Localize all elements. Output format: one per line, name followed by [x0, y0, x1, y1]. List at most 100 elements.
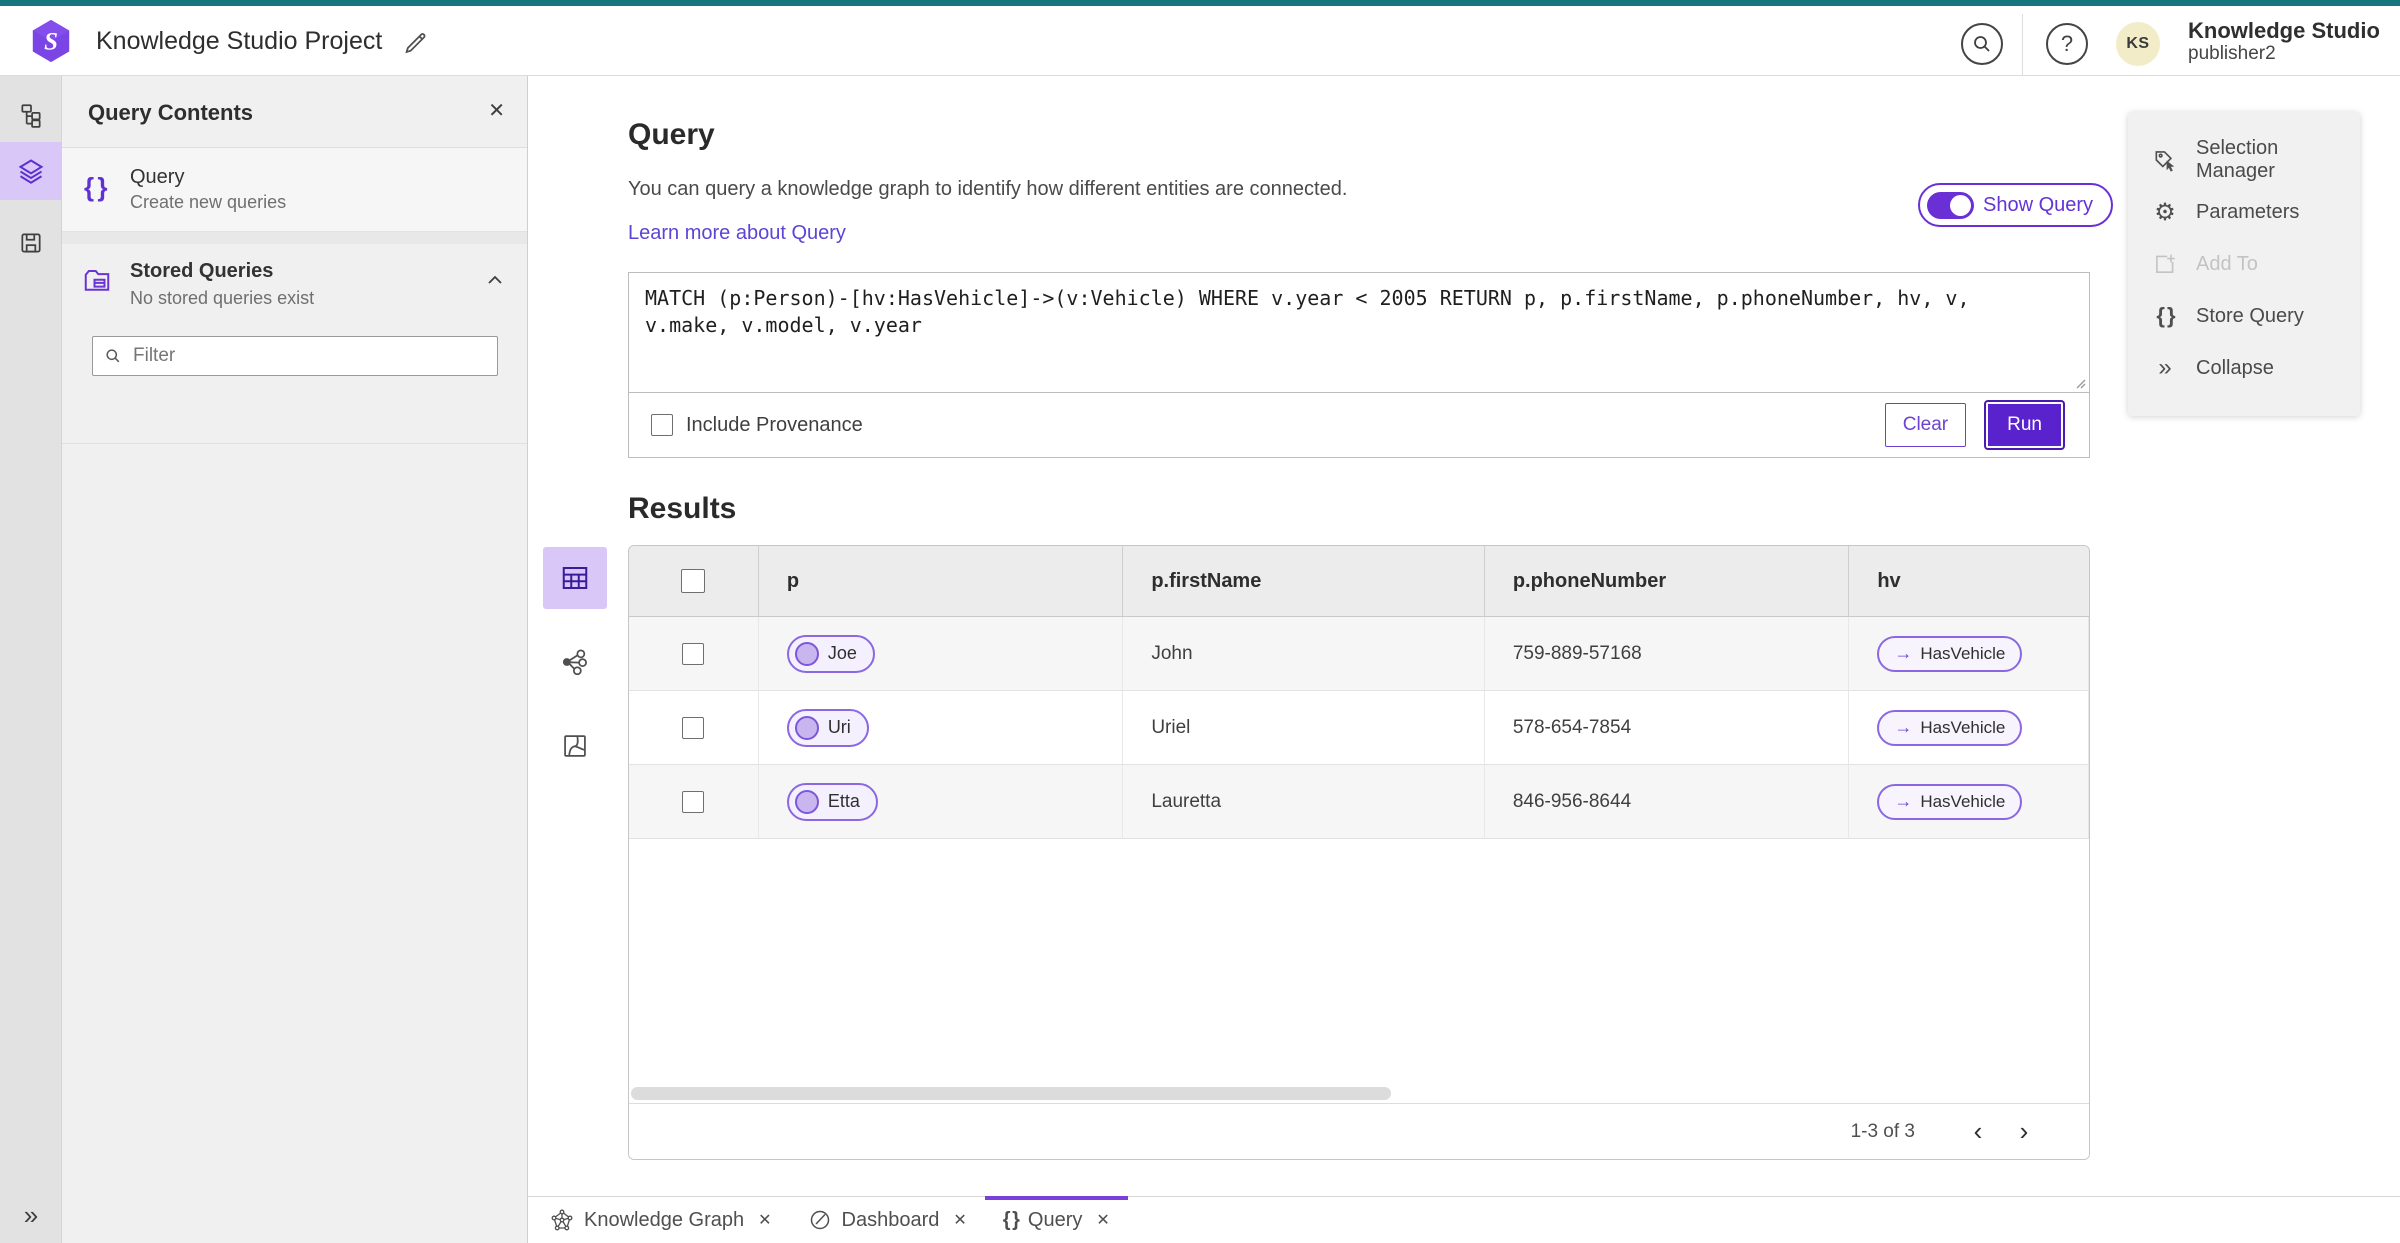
relationship-pill[interactable]: → HasVehicle [1877, 635, 2023, 672]
entity-pill[interactable]: Joe [786, 634, 875, 673]
results-title: Results [628, 492, 737, 525]
phone-cell: 759-889-57168 [1485, 617, 1850, 690]
gear-icon: ⚙ [2154, 198, 2176, 226]
tab-dashboard[interactable]: Dashboard ✕ [790, 1197, 985, 1243]
add-to-icon [2152, 251, 2178, 277]
graph-view-icon[interactable] [543, 631, 607, 693]
relationship-pill[interactable]: → HasVehicle [1877, 783, 2023, 820]
map-view-icon[interactable] [543, 715, 607, 777]
entity-pill[interactable]: Etta [786, 782, 878, 821]
previous-page-icon[interactable]: ‹ [1959, 1113, 1997, 1151]
filter-field[interactable] [92, 336, 498, 376]
phone-cell: 846-956-8644 [1485, 765, 1850, 838]
toggle-knob [1950, 194, 1971, 216]
query-section-title: Query [628, 118, 715, 151]
close-icon[interactable]: ✕ [953, 1210, 966, 1230]
arrow-right-icon: → [1894, 717, 1913, 737]
save-rail-icon[interactable] [0, 216, 62, 270]
avatar[interactable]: KS [2116, 22, 2160, 66]
query-item[interactable]: { } Query Create new queries [62, 148, 527, 232]
panel-header: Query Contents ✕ [62, 76, 527, 148]
table-row[interactable]: Joe John 759-889-57168 → HasVehicle [629, 617, 2089, 691]
svg-text:S: S [44, 29, 58, 56]
store-query-item[interactable]: { } Store Query [2128, 290, 2360, 342]
entity-label: Uri [827, 717, 851, 737]
query-editor[interactable]: MATCH (p:Person)-[hv:HasVehicle]->(v:Veh… [629, 273, 2089, 393]
filter-input[interactable] [133, 345, 473, 367]
next-page-icon[interactable]: › [2005, 1113, 2043, 1151]
menu-item-label: Add To [2196, 252, 2258, 275]
braces-icon: { } [84, 172, 108, 202]
braces-icon: { } [2156, 303, 2175, 328]
account-info: Knowledge Studio publisher2 [2188, 18, 2380, 65]
layers-rail-icon[interactable] [0, 142, 62, 200]
query-description: You can query a knowledge graph to ident… [628, 178, 1348, 200]
learn-more-link[interactable]: Learn more about Query [628, 222, 846, 245]
phone-cell: 578-654-7854 [1485, 691, 1850, 764]
header-divider [2022, 14, 2023, 76]
column-header[interactable]: hv [1849, 546, 2089, 616]
tab-query[interactable]: { } Query ✕ [984, 1196, 1128, 1243]
add-to-item: Add To [2128, 238, 2360, 290]
filter-search-icon [106, 349, 120, 363]
stored-queries-section: Stored Queries No stored queries exist [62, 244, 527, 444]
parameters-item[interactable]: ⚙ Parameters [2128, 186, 2360, 238]
collapse-item[interactable]: » Collapse [2128, 342, 2360, 394]
column-header[interactable]: p.firstName [1123, 546, 1485, 616]
entity-label: Joe [827, 643, 857, 663]
toggle-track[interactable] [1927, 191, 1974, 219]
column-header[interactable]: p.phoneNumber [1485, 546, 1850, 616]
relationship-pill[interactable]: → HasVehicle [1877, 709, 2023, 746]
include-provenance-checkbox[interactable] [651, 414, 673, 436]
table-view-icon[interactable] [543, 547, 607, 609]
data-model-rail-icon[interactable] [0, 88, 62, 142]
project-title: Knowledge Studio Project [96, 27, 383, 55]
horizontal-scrollbar[interactable] [631, 1087, 2087, 1100]
row-checkbox[interactable] [682, 716, 705, 739]
close-icon[interactable]: ✕ [758, 1210, 771, 1230]
entity-dot-icon [794, 715, 819, 740]
table-row[interactable]: Etta Lauretta 846-956-8644 → HasVehicle [629, 765, 2089, 839]
arrow-right-icon: → [1894, 643, 1913, 663]
selection-manager-item[interactable]: Selection Manager [2128, 134, 2360, 186]
results-table: p p.firstName p.phoneNumber hv Joe John … [628, 545, 2090, 1160]
stored-queries-title: Stored Queries [130, 260, 274, 282]
query-item-subtitle: Create new queries [130, 192, 287, 212]
query-actions-menu: Selection Manager ⚙ Parameters Add To { … [2128, 112, 2360, 416]
scrollbar-thumb[interactable] [631, 1087, 1391, 1100]
avatar-initials: KS [2126, 35, 2150, 52]
run-button[interactable]: Run [1984, 400, 2065, 450]
query-contents-panel: Query Contents ✕ { } Query Create new qu… [62, 76, 528, 1243]
edit-title-icon[interactable] [402, 28, 430, 56]
main-content: Query You can query a knowledge graph to… [528, 76, 2400, 1196]
relationship-label: HasVehicle [1920, 643, 2006, 663]
app-logo[interactable]: S [28, 18, 74, 64]
tab-knowledge-graph[interactable]: Knowledge Graph ✕ [532, 1197, 790, 1243]
search-icon[interactable] [1961, 23, 2003, 65]
entity-dot-icon [794, 789, 819, 814]
table-row[interactable]: Uri Uriel 578-654-7854 → HasVehicle [629, 691, 2089, 765]
show-query-toggle[interactable]: Show Query [1918, 183, 2114, 227]
left-rail: » [0, 76, 62, 1243]
column-header[interactable]: p [759, 546, 1124, 616]
tab-label: Knowledge Graph [584, 1208, 745, 1231]
dashboard-icon [808, 1208, 832, 1232]
entity-dot-icon [794, 641, 819, 666]
clear-button[interactable]: Clear [1884, 403, 1967, 447]
knowledge-graph-icon [550, 1208, 574, 1232]
chevron-up-icon[interactable] [485, 270, 505, 290]
help-icon[interactable]: ? [2046, 23, 2088, 65]
close-icon[interactable]: ✕ [1096, 1210, 1109, 1230]
row-checkbox[interactable] [682, 642, 705, 665]
relationship-label: HasVehicle [1920, 717, 2006, 737]
select-all-checkbox[interactable] [681, 569, 706, 593]
menu-item-label: Parameters [2196, 200, 2300, 223]
close-icon[interactable]: ✕ [488, 98, 505, 123]
app-window: S Knowledge Studio Project ? KS Knowledg… [0, 0, 2400, 1243]
entity-pill[interactable]: Uri [786, 708, 869, 747]
expand-rail-icon[interactable]: » [0, 1200, 62, 1231]
table-header-row: p p.firstName p.phoneNumber hv [629, 546, 2089, 617]
pagination-range: 1-3 of 3 [1850, 1120, 1915, 1142]
row-checkbox[interactable] [682, 790, 705, 813]
tab-label: Query [1027, 1208, 1083, 1231]
